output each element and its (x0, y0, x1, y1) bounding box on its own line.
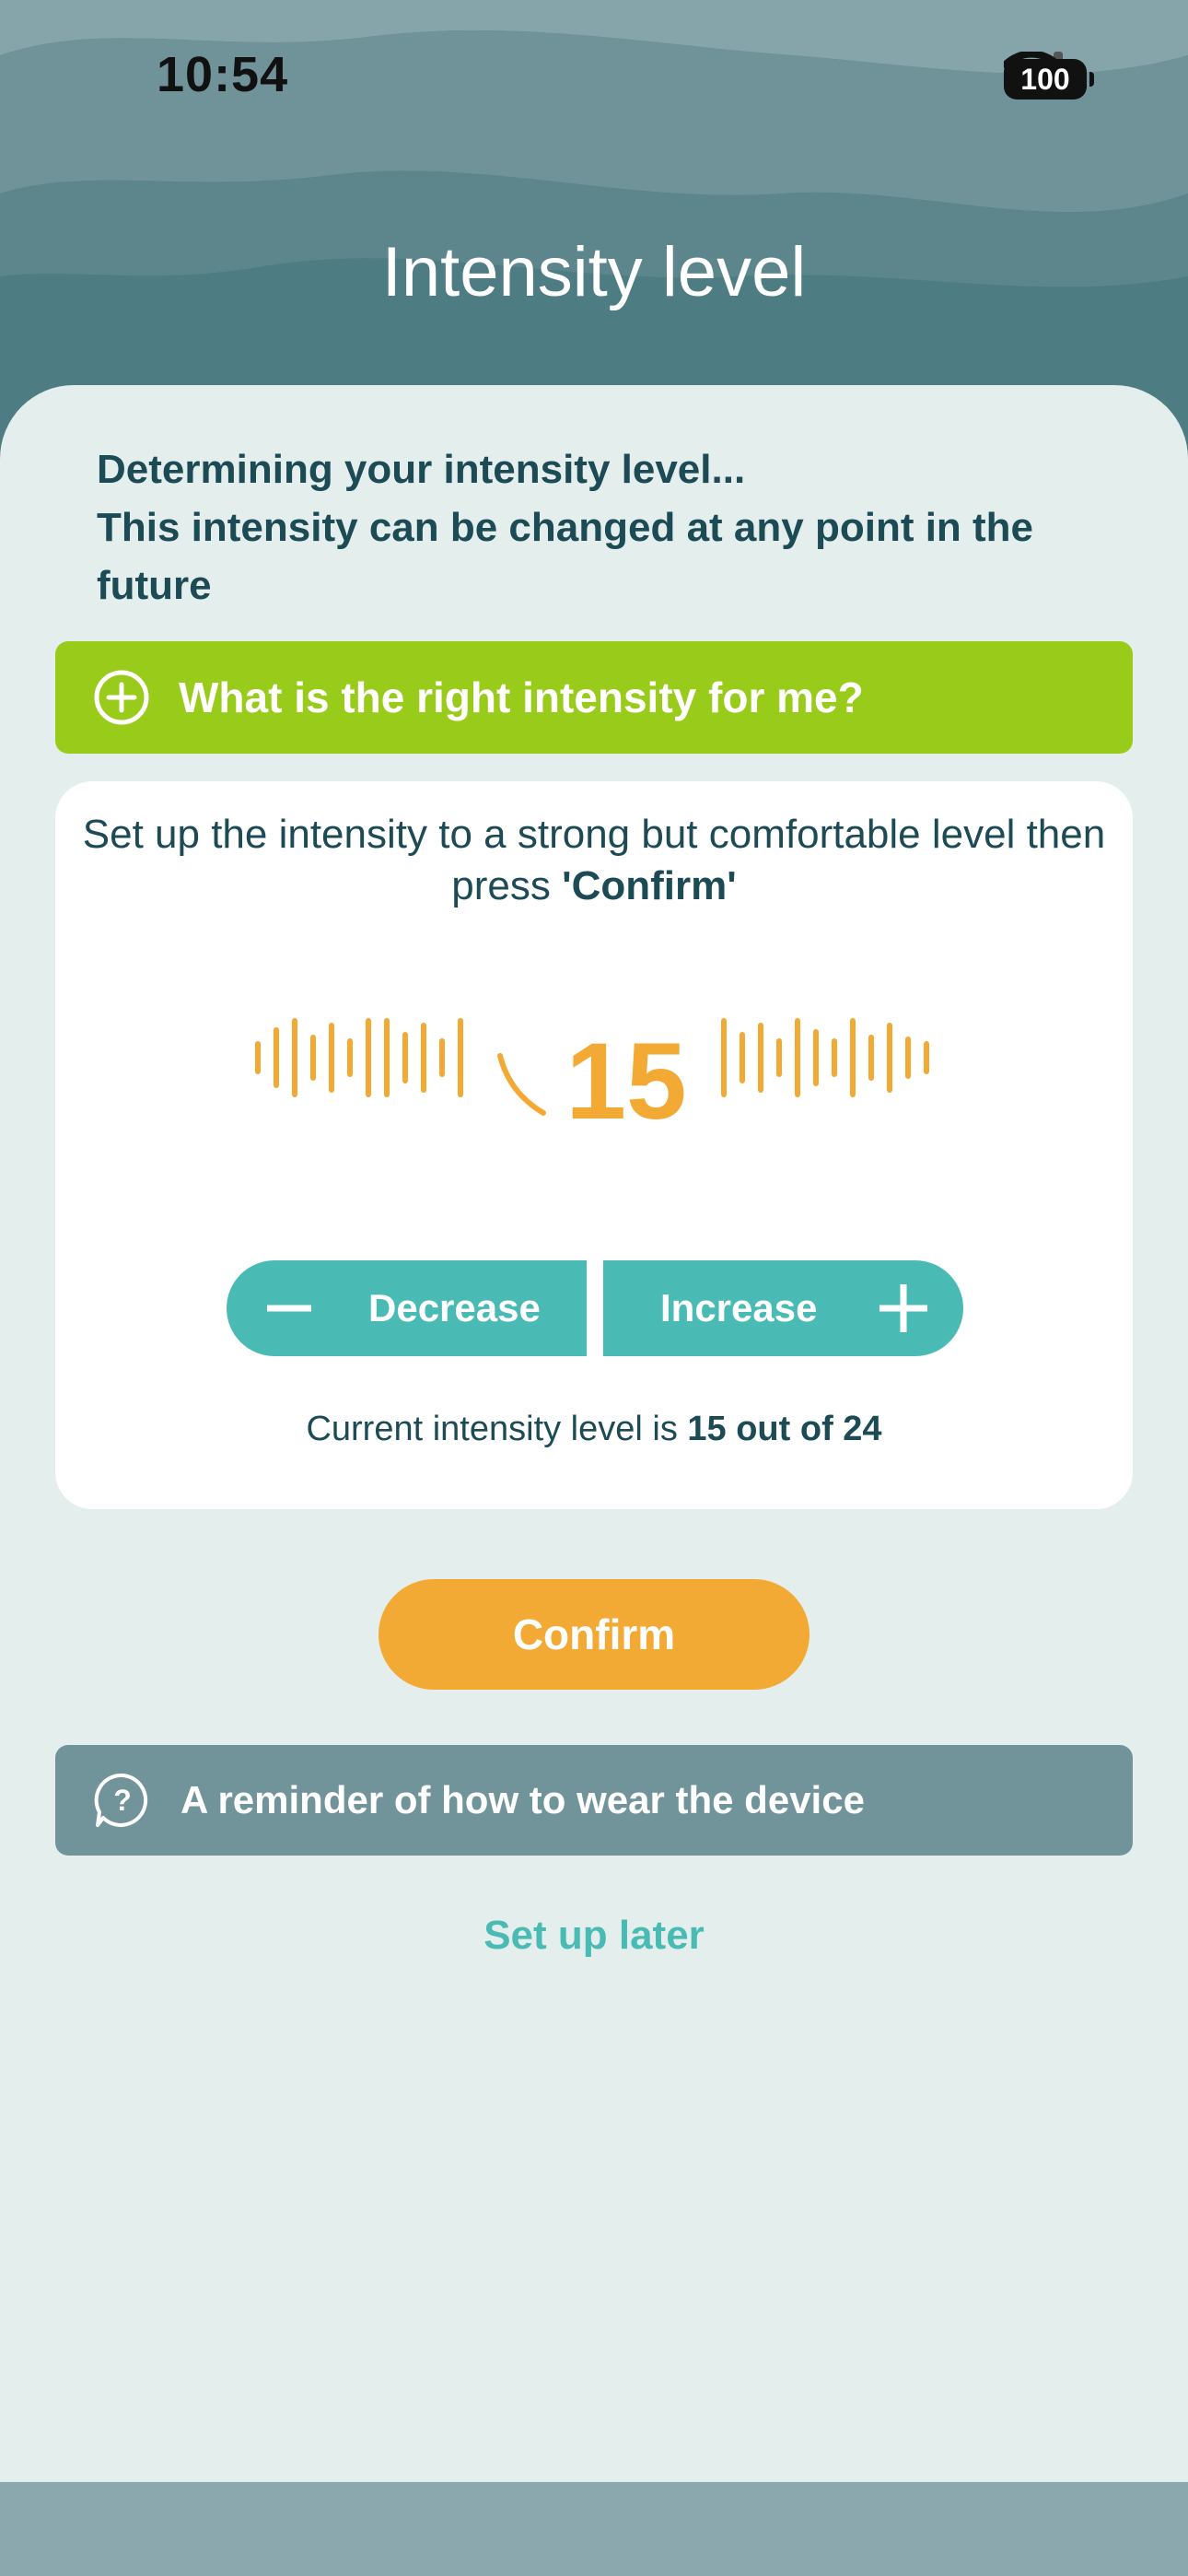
current-intensity-value: 15 out of 24 (687, 1410, 882, 1448)
intensity-card: Set up the intensity to a strong but com… (55, 781, 1133, 1509)
current-intensity-text: Current intensity level is 15 out of 24 (55, 1410, 1133, 1449)
intensity-level-value: 15 (565, 1021, 687, 1142)
card-instruction: Set up the intensity to a strong but com… (55, 809, 1133, 912)
wear-reminder-accordion[interactable]: ? A reminder of how to wear the device (55, 1745, 1133, 1856)
decrease-button[interactable]: Decrease (227, 1260, 587, 1356)
increase-button[interactable]: Increase (603, 1260, 963, 1356)
intensity-controls: Decrease Increase (227, 1260, 963, 1356)
confirm-button[interactable]: Confirm (379, 1579, 809, 1690)
left-wave-icon (255, 1018, 463, 1097)
battery-indicator: 100 (1004, 59, 1094, 100)
intro-line-2: This intensity can be changed at any poi… (97, 505, 1034, 608)
decrease-label: Decrease (368, 1286, 541, 1329)
status-icons: 100 (1004, 52, 1094, 107)
intensity-help-label: What is the right intensity for me? (179, 673, 864, 721)
current-intensity-prefix: Current intensity level is (306, 1410, 688, 1448)
svg-text:?: ? (113, 1784, 132, 1817)
intensity-help-accordion[interactable]: What is the right intensity for me? (55, 641, 1133, 754)
plus-icon (879, 1284, 928, 1332)
right-wave-icon (721, 1018, 929, 1097)
minus-icon (267, 1305, 311, 1312)
intro-line-1: Determining your intensity level... (97, 447, 746, 492)
question-bubble-icon: ? (94, 1773, 148, 1827)
intro-text: Determining your intensity level... This… (97, 440, 1110, 615)
increase-label: Increase (660, 1286, 818, 1329)
status-time: 10:54 (157, 47, 289, 102)
wear-reminder-label: A reminder of how to wear the device (181, 1778, 865, 1821)
setup-later-link[interactable]: Set up later (0, 1913, 1188, 1959)
page-title: Intensity level (381, 233, 807, 311)
plus-circle-icon (94, 670, 149, 725)
footer-bar (0, 2482, 1188, 2576)
instruction-emphasis: 'Confirm' (562, 863, 737, 908)
